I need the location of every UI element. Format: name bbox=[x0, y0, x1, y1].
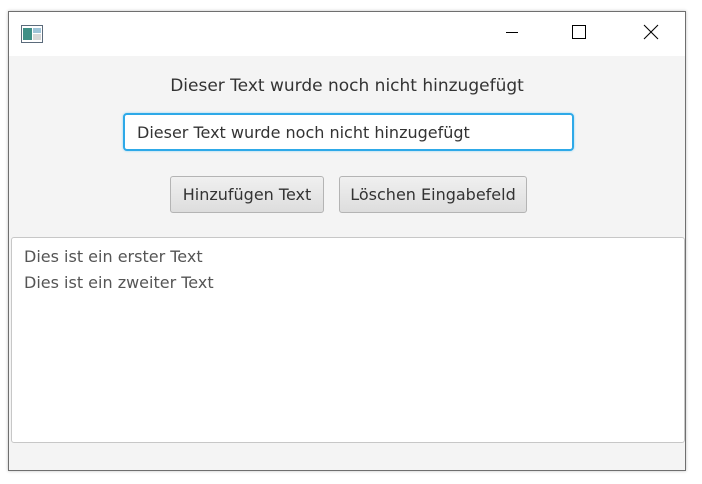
text-line: Dies ist ein zweiter Text bbox=[24, 273, 214, 292]
add-text-button[interactable]: Hinzufügen Text bbox=[170, 176, 324, 213]
content-pane: Dieser Text wurde noch nicht hinzugefügt… bbox=[9, 56, 685, 470]
java-app-icon bbox=[21, 25, 43, 43]
title-bar[interactable] bbox=[9, 12, 685, 56]
minimize-icon bbox=[504, 24, 520, 44]
status-label: Dieser Text wurde noch nicht hinzugefügt bbox=[170, 76, 524, 96]
clear-input-button[interactable]: Löschen Eingabefeld bbox=[339, 176, 527, 213]
maximize-icon bbox=[571, 24, 587, 44]
close-icon bbox=[643, 24, 659, 44]
text-output-area[interactable]: Dies ist ein erster Text Dies ist ein zw… bbox=[11, 237, 685, 443]
close-button[interactable] bbox=[628, 12, 674, 56]
maximize-button[interactable] bbox=[556, 12, 602, 56]
text-line: Dies ist ein erster Text bbox=[24, 247, 203, 266]
application-window: Dieser Text wurde noch nicht hinzugefügt… bbox=[8, 11, 686, 471]
text-input-field[interactable] bbox=[123, 113, 574, 151]
minimize-button[interactable] bbox=[489, 12, 535, 56]
